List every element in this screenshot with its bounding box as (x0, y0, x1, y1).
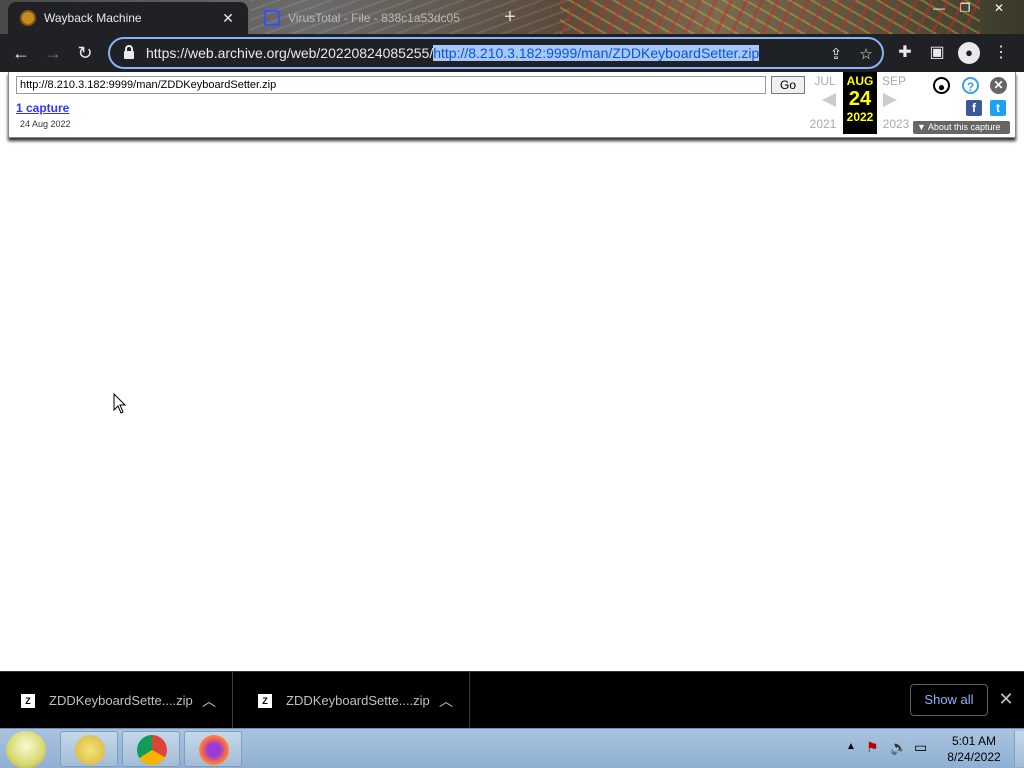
tab-virustotal[interactable]: VirusTotal - File - 838c1a53dc05 (252, 2, 484, 34)
next-year-label[interactable]: 2023 (879, 117, 913, 131)
prev-capture-arrow-icon[interactable] (822, 93, 836, 107)
capture-date: 24 Aug 2022 (20, 119, 71, 129)
network-icon[interactable]: ▭ (914, 739, 927, 768)
address-bar[interactable]: https://web.archive.org/web/202208240852… (108, 37, 884, 69)
menu-kebab-icon[interactable]: ⋮ (990, 42, 1012, 64)
browser-toolbar: ← → ↻ https://web.archive.org/web/202208… (0, 34, 1024, 72)
side-panel-icon[interactable]: ▣ (926, 42, 948, 64)
close-icon[interactable]: ✕ (990, 77, 1007, 94)
next-month-label[interactable]: SEP (877, 74, 911, 88)
folder-icon (75, 735, 105, 765)
current-day: 24 (848, 88, 872, 110)
go-button[interactable]: Go (771, 76, 805, 94)
taskbar-explorer[interactable] (60, 731, 118, 767)
tab-label: Wayback Machine (44, 11, 142, 25)
prev-year-label[interactable]: 2021 (806, 117, 840, 131)
about-label: About this capture (927, 122, 1001, 132)
close-icon[interactable]: ✕ (997, 690, 1015, 708)
taskbar-chrome[interactable] (122, 731, 180, 767)
current-capture-date: AUG 24 2022 (843, 72, 877, 134)
close-window-button[interactable]: ✕ (984, 0, 1014, 18)
chrome-icon (137, 735, 167, 765)
firefox-icon (199, 735, 229, 765)
volume-icon[interactable]: 🔊 (890, 739, 907, 768)
zip-file-icon: Z (21, 693, 35, 708)
next-capture-arrow-icon[interactable] (883, 93, 897, 107)
title-bar: Wayback Machine ✕ VirusTotal - File - 83… (0, 0, 1024, 34)
windows-taskbar: ▲ ⚑ 🔊 ▭ 5:01 AM 8/24/2022 (0, 728, 1024, 768)
lock-icon[interactable] (124, 45, 134, 59)
about-this-capture-button[interactable]: ▼ About this capture (913, 121, 1010, 134)
screen: { "browser": { "tabs": [ {"label": "Wayb… (0, 0, 1024, 768)
zip-file-icon: Z (258, 693, 272, 708)
taskbar-firefox[interactable] (184, 731, 242, 767)
close-tab-icon[interactable]: ✕ (220, 10, 236, 27)
wayback-toolbar: Go 1 capture 24 Aug 2022 JUL 2021 AUG 24… (8, 72, 1016, 138)
mouse-pointer-icon (113, 393, 127, 414)
share-icon[interactable]: ⇪ (826, 45, 846, 65)
download-item[interactable]: Z ZDDKeyboardSette....zip ︿ (237, 672, 470, 729)
chevron-up-icon[interactable]: ︿ (202, 691, 216, 711)
show-hidden-icons-icon[interactable]: ▲ (846, 741, 856, 768)
prev-month-label[interactable]: JUL (808, 74, 842, 88)
chevron-up-icon[interactable]: ︿ (439, 691, 453, 711)
extensions-puzzle-icon[interactable]: ✚ (894, 42, 916, 64)
wayback-url-input[interactable] (16, 76, 766, 94)
clock-date: 8/24/2022 (947, 750, 1001, 764)
clock-time: 5:01 AM (951, 734, 997, 748)
show-all-button[interactable]: Show all (910, 684, 988, 716)
action-center-flag-icon[interactable]: ⚑ (866, 739, 879, 768)
url-prefix: https://web.archive.org/web/202208240852… (146, 45, 434, 61)
forward-arrow-icon[interactable]: → (40, 40, 66, 66)
url-selection: http://8.210.3.182:9999/man/ZDDKeyboardS… (433, 45, 760, 61)
captures-link[interactable]: 1 capture (16, 101, 69, 115)
download-filename: ZDDKeyboardSette....zip (49, 693, 193, 708)
facebook-icon[interactable]: f (966, 100, 982, 116)
download-filename: ZDDKeyboardSette....zip (286, 693, 430, 708)
show-desktop-button[interactable] (1014, 731, 1024, 767)
taskbar-clock[interactable]: 5:01 AM 8/24/2022 (936, 733, 1012, 765)
url-text[interactable]: https://web.archive.org/web/202208240852… (146, 45, 760, 61)
help-icon[interactable]: ? (962, 77, 979, 94)
reload-icon[interactable]: ↻ (72, 40, 98, 66)
new-tab-button[interactable]: + (498, 6, 522, 30)
desktop-wallpaper-detail (560, 0, 980, 34)
profile-avatar-icon[interactable]: ● (958, 42, 980, 64)
user-account-icon[interactable]: ● (933, 77, 950, 94)
tab-label: VirusTotal - File - 838c1a53dc05 (288, 11, 460, 25)
start-button[interactable] (6, 731, 46, 768)
current-year: 2022 (846, 110, 874, 124)
tab-wayback-machine[interactable]: Wayback Machine ✕ (8, 2, 248, 34)
restore-button[interactable]: ❐ (950, 0, 980, 18)
wayback-favicon-icon (20, 10, 36, 26)
twitter-icon[interactable]: t (990, 100, 1006, 116)
virustotal-favicon-icon (264, 10, 280, 26)
bookmark-star-icon[interactable]: ☆ (856, 45, 876, 65)
download-shelf: Z ZDDKeyboardSette....zip ︿ Z ZDDKeyboar… (0, 671, 1024, 729)
download-item[interactable]: Z ZDDKeyboardSette....zip ︿ (0, 672, 233, 729)
current-month: AUG (846, 74, 874, 88)
back-arrow-icon[interactable]: ← (8, 40, 34, 66)
